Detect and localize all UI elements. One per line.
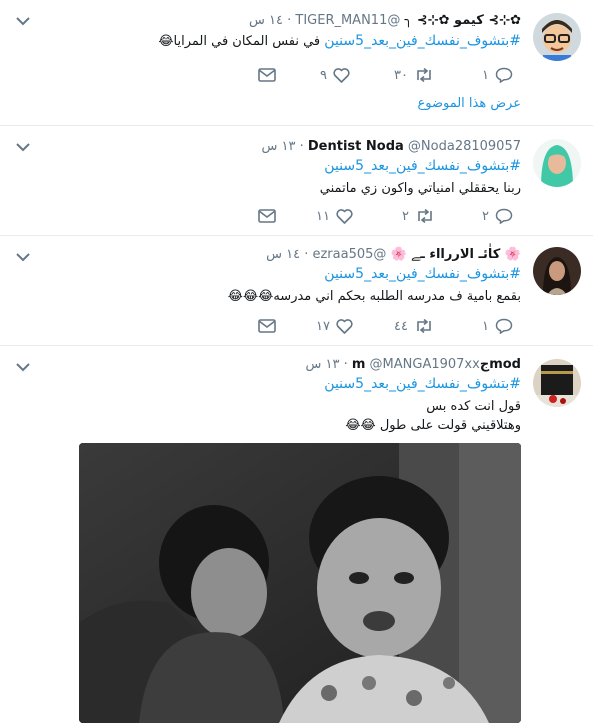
tweet-text: #بتشوف_نفسك_فين_بعد_5سنين في نفس المكان … [70, 32, 521, 51]
timeline-feed: ✿⊹⊱ كيمو ✿⊹⊱ ╮ @TIGER_MAN11 · ١٤ س #بتشو… [0, 0, 593, 723]
dm-button[interactable] [258, 316, 276, 336]
retweet-icon [417, 319, 431, 333]
chevron-down-icon[interactable] [16, 252, 30, 262]
like-count: ١١ [316, 208, 330, 224]
tweet-body-line: قول انت كده بس [426, 399, 521, 414]
tweet-time[interactable]: ١٤ س [266, 247, 300, 262]
tweet-time[interactable]: ١٣ س [261, 139, 295, 154]
tweet-media-image[interactable] [79, 443, 521, 723]
avatar[interactable] [533, 359, 581, 407]
dm-button[interactable] [258, 206, 276, 226]
dm-icon [258, 68, 276, 82]
retweet-button[interactable]: ٢ [402, 206, 435, 226]
tweet[interactable]: 🌸 كاٰئـ الاررااء ـﮯ 🌸 @ezraa505 · ١٤ س #… [0, 236, 593, 346]
chevron-down-icon[interactable] [16, 362, 30, 372]
separator-dot: · [287, 13, 292, 28]
avatar[interactable] [533, 13, 581, 61]
chevron-down-icon[interactable] [16, 142, 30, 152]
hashtag-link[interactable]: #بتشوف_نفسك_فين_بعد_5سنين [70, 157, 521, 176]
tweet-header: Dentist Noda @Noda28109057 · ١٣ س [70, 138, 521, 156]
reply-icon [495, 318, 513, 334]
dm-icon [258, 319, 276, 333]
like-button[interactable]: ١١ [316, 206, 353, 226]
like-count: ١٧ [316, 318, 330, 334]
dm-button[interactable] [258, 65, 276, 85]
tweet-header: 🌸 كاٰئـ الاررااء ـﮯ 🌸 @ezraa505 · ١٤ س [70, 246, 521, 264]
separator-dot: · [299, 139, 304, 154]
reply-button[interactable]: ١ [482, 65, 513, 85]
display-name[interactable]: 🌸 كاٰئـ الاررااء ـﮯ 🌸 [391, 247, 521, 262]
tweet-body: ربنا يحققلي امنياتي واكون زي ماتمني [319, 181, 521, 196]
user-handle[interactable]: @ezraa505 [312, 247, 386, 262]
tweet[interactable]: modجm @MANGA1907xx · ١٣ س #بتشوف_نفسك_في… [0, 346, 593, 723]
tweet-body: بقمع بامية ف مدرسه الطلبه بحكم اني مدرسه… [227, 289, 521, 304]
retweet-button[interactable]: ٤٤ [394, 316, 434, 336]
tweet-header: modجm @MANGA1907xx · ١٣ س [70, 356, 521, 374]
separator-dot: · [304, 247, 309, 262]
reply-count: ٢ [482, 208, 489, 224]
dm-icon [258, 209, 276, 223]
user-handle[interactable]: @TIGER_MAN11 [295, 13, 400, 28]
hashtag-link[interactable]: #بتشوف_نفسك_فين_بعد_5سنين [70, 265, 521, 284]
retweet-count: ٢ [402, 208, 409, 224]
reply-button[interactable]: ١ [482, 316, 513, 336]
like-icon [336, 208, 353, 224]
retweet-count: ٣٠ [394, 67, 408, 83]
display-name[interactable]: Dentist Noda [308, 139, 404, 154]
retweet-icon [418, 209, 432, 223]
reply-button[interactable]: ٢ [482, 206, 513, 226]
like-icon [333, 67, 350, 83]
like-button[interactable]: ١٧ [316, 316, 353, 336]
separator-dot: · [343, 357, 348, 372]
like-icon [336, 318, 353, 334]
avatar[interactable] [533, 139, 581, 187]
tweet-header: ✿⊹⊱ كيمو ✿⊹⊱ ╮ @TIGER_MAN11 · ١٤ س [70, 12, 521, 30]
hashtag-link[interactable]: #بتشوف_نفسك_فين_بعد_5سنين [324, 33, 521, 49]
avatar[interactable] [533, 247, 581, 295]
user-handle[interactable]: @Noda28109057 [408, 139, 521, 154]
tweet[interactable]: Dentist Noda @Noda28109057 · ١٣ س #بتشوف… [0, 126, 593, 236]
show-thread-link[interactable]: عرض هذا الموضوع [417, 96, 521, 111]
reply-count: ١ [482, 67, 489, 83]
tweet-body-line: وهتلاقيني قولت على طول 😂😂 [345, 418, 521, 433]
display-name[interactable]: ✿⊹⊱ كيمو ✿⊹⊱ ╮ [405, 13, 522, 28]
user-handle[interactable]: @MANGA1907xx [370, 357, 480, 372]
reply-icon [495, 67, 513, 83]
tweet[interactable]: ✿⊹⊱ كيمو ✿⊹⊱ ╮ @TIGER_MAN11 · ١٤ س #بتشو… [0, 0, 593, 126]
retweet-count: ٤٤ [394, 318, 408, 334]
chevron-down-icon[interactable] [16, 16, 30, 26]
tweet-body: في نفس المكان في المرايا😂 [158, 34, 321, 49]
like-count: ٩ [320, 67, 327, 83]
tweet-time[interactable]: ١٤ س [249, 13, 283, 28]
tweet-time[interactable]: ١٣ س [305, 357, 339, 372]
retweet-icon [417, 68, 431, 82]
reply-icon [495, 208, 513, 224]
like-button[interactable]: ٩ [320, 65, 350, 85]
hashtag-link[interactable]: #بتشوف_نفسك_فين_بعد_5سنين [70, 375, 521, 394]
retweet-button[interactable]: ٣٠ [394, 65, 434, 85]
reply-count: ١ [482, 318, 489, 334]
